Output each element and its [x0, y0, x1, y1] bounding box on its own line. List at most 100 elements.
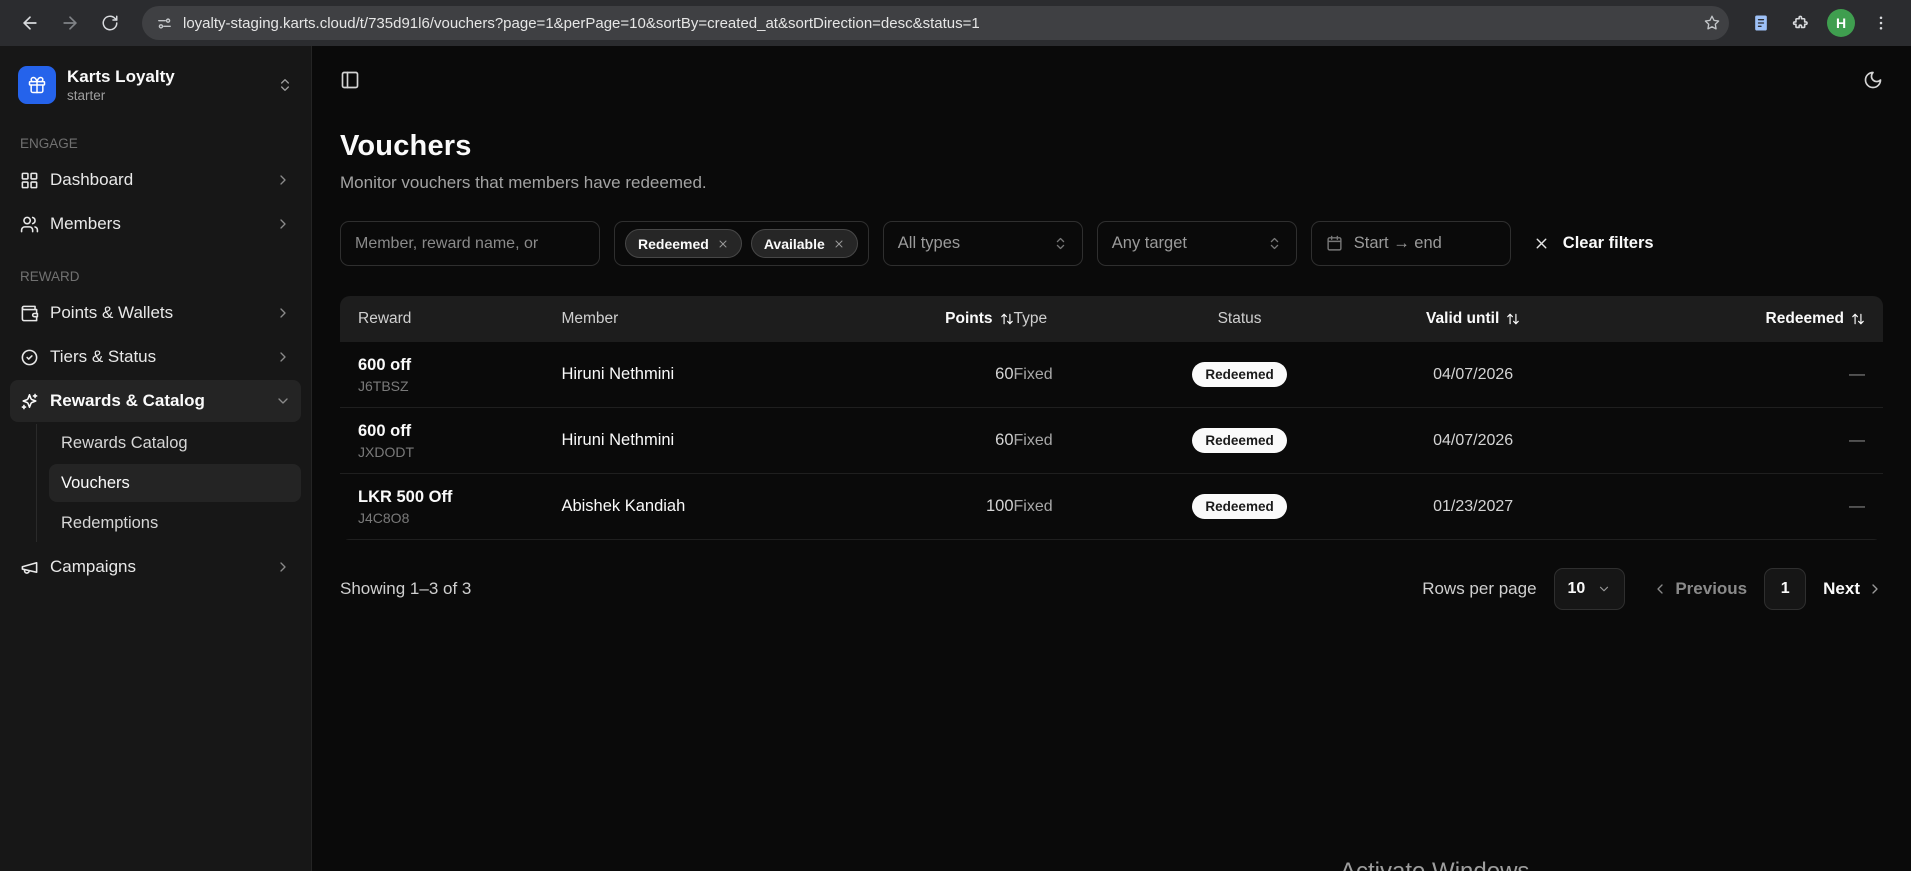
back-button[interactable] [12, 5, 48, 41]
table-row[interactable]: 600 off J6TBSZ Hiruni Nethmini 60 Fixed … [340, 342, 1883, 408]
workspace-logo-icon [18, 66, 56, 104]
moon-icon [1863, 70, 1883, 90]
voucher-code: J4C8O8 [358, 510, 561, 526]
main-area: Vouchers Monitor vouchers that members h… [312, 46, 1911, 871]
cell-valid-until: 04/07/2026 [1330, 366, 1616, 384]
workspace-switcher[interactable]: Karts Loyalty starter [10, 58, 301, 112]
url-text: loyalty-staging.karts.cloud/t/735d91l6/v… [183, 15, 1693, 32]
sidebar-item-rewards-catalog-group[interactable]: Rewards & Catalog [10, 380, 301, 422]
cell-type: Fixed [1014, 432, 1150, 450]
type-select-value: All types [898, 234, 960, 253]
page-title: Vouchers [340, 130, 1883, 163]
type-select[interactable]: All types [883, 221, 1083, 266]
arrow-left-icon [20, 13, 40, 33]
sidebar-subitem-label: Redemptions [61, 514, 158, 533]
sidebar-toggle-button[interactable] [340, 70, 360, 93]
close-icon[interactable] [833, 238, 845, 250]
column-header-redeemed[interactable]: Redeemed [1616, 310, 1865, 328]
rows-per-page-select[interactable]: 10 [1554, 568, 1626, 610]
cell-points: 60 [825, 365, 1013, 384]
sidebar-item-campaigns[interactable]: Campaigns [10, 546, 301, 588]
table-row[interactable]: 600 off JXDODT Hiruni Nethmini 60 Fixed … [340, 408, 1883, 474]
status-chip-redeemed[interactable]: Redeemed [625, 229, 742, 258]
workspace-meta: Karts Loyalty starter [67, 67, 266, 103]
sidebar-item-members[interactable]: Members [10, 203, 301, 245]
sort-icon [1000, 312, 1014, 326]
chevrons-up-down-icon [277, 77, 293, 93]
table-row[interactable]: LKR 500 Off J4C8O8 Abishek Kandiah 100 F… [340, 474, 1883, 540]
app-header [312, 46, 1911, 116]
workspace-name: Karts Loyalty [67, 67, 266, 87]
cell-type: Fixed [1014, 366, 1150, 384]
reward-name: 600 off [358, 356, 561, 375]
cell-type: Fixed [1014, 498, 1150, 516]
status-badge: Redeemed [1192, 494, 1286, 519]
page-content: Vouchers Monitor vouchers that members h… [312, 116, 1911, 610]
status-chip-available[interactable]: Available [751, 229, 858, 258]
column-header-member: Member [561, 310, 825, 328]
reward-name: LKR 500 Off [358, 488, 561, 507]
cell-status: Redeemed [1149, 362, 1330, 387]
clear-filters-button[interactable]: Clear filters [1533, 234, 1654, 253]
sidebar-subitem-vouchers[interactable]: Vouchers [49, 464, 301, 502]
bookmark-star-icon[interactable] [1703, 14, 1721, 32]
sidebar-subitem-rewards-catalog[interactable]: Rewards Catalog [49, 424, 301, 462]
search-input[interactable] [340, 221, 600, 266]
reward-name: 600 off [358, 422, 561, 441]
sidebar-item-label: Campaigns [50, 557, 264, 577]
forward-button[interactable] [52, 5, 88, 41]
reload-icon [101, 14, 119, 32]
pagination-controls: Rows per page 10 Previous 1 Next [1422, 568, 1883, 610]
sidebar-item-tiers-status[interactable]: Tiers & Status [10, 336, 301, 378]
target-select[interactable]: Any target [1097, 221, 1297, 266]
date-range-value: Start → end [1354, 234, 1442, 253]
chevron-right-icon [275, 305, 291, 321]
chevron-right-icon [275, 349, 291, 365]
column-header-reward: Reward [358, 310, 561, 328]
table-footer: Showing 1–3 of 3 Rows per page 10 Previo… [340, 568, 1883, 610]
extensions-icon[interactable] [1783, 5, 1819, 41]
filters-bar: Redeemed Available All types Any target [340, 221, 1883, 266]
x-icon [1533, 235, 1550, 252]
column-header-valid-until[interactable]: Valid until [1330, 310, 1616, 328]
profile-avatar[interactable]: H [1823, 5, 1859, 41]
reload-button[interactable] [92, 5, 128, 41]
workspace-plan: starter [67, 88, 266, 103]
cell-member: Hiruni Nethmini [561, 365, 825, 384]
close-icon[interactable] [717, 238, 729, 250]
cell-redeemed: — [1616, 498, 1865, 516]
next-page-button[interactable]: Next [1823, 579, 1883, 599]
clear-filters-label: Clear filters [1563, 234, 1654, 253]
previous-page-button[interactable]: Previous [1652, 579, 1747, 599]
chevrons-up-down-icon [1053, 236, 1068, 251]
column-header-type: Type [1014, 310, 1150, 328]
status-filter[interactable]: Redeemed Available [614, 221, 869, 266]
theme-toggle-button[interactable] [1863, 70, 1883, 93]
section-label-engage: ENGAGE [10, 136, 301, 151]
cell-valid-until: 04/07/2026 [1330, 432, 1616, 450]
site-info-icon[interactable] [156, 15, 173, 32]
date-range-picker[interactable]: Start → end [1311, 221, 1511, 266]
cell-redeemed: — [1616, 432, 1865, 450]
browser-menu-button[interactable] [1863, 5, 1899, 41]
column-header-points[interactable]: Points [825, 310, 1013, 328]
sidebar-item-label: Tiers & Status [50, 347, 264, 367]
chip-label: Available [764, 236, 825, 252]
browser-toolbar: loyalty-staging.karts.cloud/t/735d91l6/v… [0, 0, 1911, 46]
side-panel-icon[interactable] [1743, 5, 1779, 41]
sidebar-item-points-wallets[interactable]: Points & Wallets [10, 292, 301, 334]
address-bar[interactable]: loyalty-staging.karts.cloud/t/735d91l6/v… [142, 6, 1729, 40]
rows-per-page-label: Rows per page [1422, 579, 1536, 599]
chevron-down-icon [1597, 582, 1611, 596]
status-badge: Redeemed [1192, 428, 1286, 453]
more-vertical-icon [1872, 14, 1890, 32]
sidebar-item-dashboard[interactable]: Dashboard [10, 159, 301, 201]
sidebar-subitem-redemptions[interactable]: Redemptions [49, 504, 301, 542]
vouchers-table: Reward Member Points Type Status Valid u… [340, 296, 1883, 540]
current-page-button[interactable]: 1 [1764, 568, 1806, 610]
chip-label: Redeemed [638, 236, 709, 252]
cell-status: Redeemed [1149, 494, 1330, 519]
column-header-status: Status [1149, 310, 1330, 328]
sidebar-item-label: Rewards & Catalog [50, 391, 264, 411]
cell-member: Abishek Kandiah [561, 497, 825, 516]
